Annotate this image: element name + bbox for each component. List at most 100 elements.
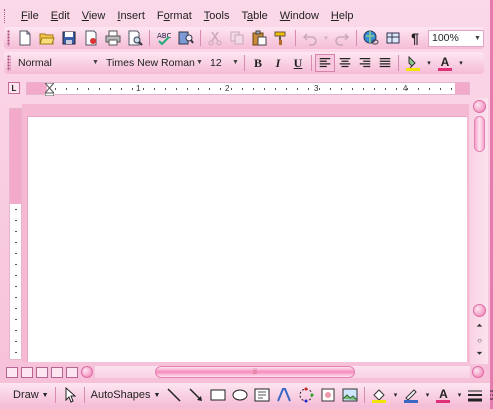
highlight-icon[interactable]: [403, 54, 423, 72]
zoom-combo[interactable]: 100% ▼: [428, 29, 484, 47]
print-icon[interactable]: [103, 29, 123, 47]
fill-color-dropdown-icon[interactable]: ▾: [391, 386, 399, 404]
insert-picture-icon[interactable]: [340, 386, 360, 404]
new-document-icon[interactable]: [15, 29, 35, 47]
ruler-right-margin: [455, 83, 469, 94]
underline-button[interactable]: U: [288, 54, 308, 72]
normal-view-icon[interactable]: [6, 366, 18, 378]
select-objects-icon[interactable]: [60, 386, 80, 404]
style-combo[interactable]: Normal ▼: [15, 55, 101, 72]
web-layout-view-icon[interactable]: [21, 366, 33, 378]
print-layout-view-icon[interactable]: [36, 366, 48, 378]
menu-file[interactable]: File: [15, 10, 45, 22]
scroll-right-button[interactable]: [472, 366, 484, 378]
reading-layout-view-icon[interactable]: [66, 366, 78, 378]
oval-icon[interactable]: [230, 386, 250, 404]
align-right-icon: [359, 58, 371, 68]
highlight-dropdown-icon[interactable]: ▾: [425, 54, 433, 72]
outline-view-icon[interactable]: [51, 366, 63, 378]
document-page[interactable]: [27, 116, 467, 362]
menu-tools[interactable]: Tools: [198, 10, 236, 22]
vertical-scrollbar[interactable]: ⏶ ○ ⏷: [470, 98, 488, 364]
diagram-icon[interactable]: [296, 386, 316, 404]
chevron-down-icon[interactable]: ▼: [194, 55, 205, 70]
indent-marker-icon[interactable]: [45, 83, 54, 96]
menu-grip[interactable]: [4, 9, 7, 23]
ruler-tick: [385, 88, 386, 90]
scroll-left-button[interactable]: [81, 366, 93, 378]
line-style-icon[interactable]: [465, 386, 485, 404]
italic-button[interactable]: I: [268, 54, 288, 72]
menu-table[interactable]: Table: [235, 10, 273, 22]
cut-icon[interactable]: [205, 29, 225, 47]
font-combo[interactable]: Times New Roman ▼: [103, 55, 205, 72]
toolbar-grip[interactable]: [7, 55, 11, 71]
undo-icon[interactable]: [300, 29, 320, 47]
paste-icon[interactable]: [249, 29, 269, 47]
redo-icon[interactable]: [332, 29, 352, 47]
menu-edit[interactable]: Edit: [45, 10, 76, 22]
align-center-button[interactable]: [335, 54, 355, 72]
font-color-icon[interactable]: A: [435, 54, 455, 72]
font-color-dropdown-icon[interactable]: ▾: [457, 54, 465, 72]
scroll-up-button[interactable]: [473, 100, 486, 113]
toolbar-grip[interactable]: [7, 30, 10, 46]
undo-dropdown-icon[interactable]: ▾: [322, 29, 330, 47]
wordart-icon[interactable]: [274, 386, 294, 404]
vertical-ruler-tick: [15, 242, 17, 243]
horizontal-scroll-track[interactable]: ⁞⁞: [95, 366, 470, 378]
vertical-ruler-tick: [15, 220, 17, 221]
spelling-icon[interactable]: ABC: [154, 29, 174, 47]
menu-insert[interactable]: Insert: [111, 10, 151, 22]
open-folder-icon[interactable]: [37, 29, 57, 47]
menu-help[interactable]: Help: [325, 10, 360, 22]
rectangle-icon[interactable]: [208, 386, 228, 404]
ruler-tick: [198, 88, 199, 90]
ruler-tick: [297, 88, 298, 90]
justify-button[interactable]: [375, 54, 395, 72]
show-hide-formatting-icon[interactable]: ¶: [405, 29, 425, 47]
horizontal-ruler[interactable]: 1 2 3 4: [26, 82, 470, 96]
font-color-draw-dropdown-icon[interactable]: ▾: [455, 386, 463, 404]
dash-style-icon[interactable]: [487, 386, 493, 404]
previous-page-icon[interactable]: ⏶: [473, 320, 486, 332]
research-icon[interactable]: [176, 29, 196, 47]
font-size-combo[interactable]: 12 ▼: [207, 55, 241, 72]
menu-format[interactable]: Format: [151, 10, 198, 22]
line-color-icon[interactable]: [401, 386, 421, 404]
fill-color-icon[interactable]: [369, 386, 389, 404]
chevron-down-icon[interactable]: ▼: [90, 55, 101, 70]
tables-borders-icon[interactable]: [383, 29, 403, 47]
select-browse-object-icon[interactable]: ○: [473, 334, 486, 346]
menu-view[interactable]: View: [76, 10, 112, 22]
save-icon[interactable]: [59, 29, 79, 47]
bold-button[interactable]: B: [248, 54, 268, 72]
insert-hyperlink-icon[interactable]: [361, 29, 381, 47]
copy-icon[interactable]: [227, 29, 247, 47]
autoshapes-menu-button[interactable]: AutoShapes ▼: [88, 389, 164, 401]
draw-menu-button[interactable]: Draw ▼: [10, 389, 52, 401]
clip-art-icon[interactable]: [318, 386, 338, 404]
draw-font-color-swatch: [436, 399, 451, 403]
permission-icon[interactable]: [81, 29, 101, 47]
ruler-number: 2: [225, 84, 230, 93]
align-right-button[interactable]: [355, 54, 375, 72]
menu-window[interactable]: Window: [274, 10, 325, 22]
next-page-icon[interactable]: ⏷: [473, 348, 486, 360]
scroll-down-button[interactable]: [473, 304, 486, 317]
font-color-draw-icon[interactable]: A: [433, 386, 453, 404]
chevron-down-icon[interactable]: ▼: [472, 31, 483, 46]
vertical-scroll-thumb[interactable]: [474, 116, 485, 152]
arrow-icon[interactable]: [186, 386, 206, 404]
horizontal-scroll-thumb[interactable]: ⁞⁞: [155, 366, 355, 378]
ruler-tick: [143, 88, 144, 90]
print-preview-icon[interactable]: [125, 29, 145, 47]
vertical-ruler[interactable]: [9, 108, 22, 360]
align-left-button[interactable]: [315, 54, 335, 72]
text-box-icon[interactable]: [252, 386, 272, 404]
tab-selector[interactable]: L: [8, 82, 20, 94]
line-icon[interactable]: [164, 386, 184, 404]
format-painter-icon[interactable]: [271, 29, 291, 47]
line-color-dropdown-icon[interactable]: ▾: [423, 386, 431, 404]
chevron-down-icon[interactable]: ▼: [230, 55, 241, 70]
